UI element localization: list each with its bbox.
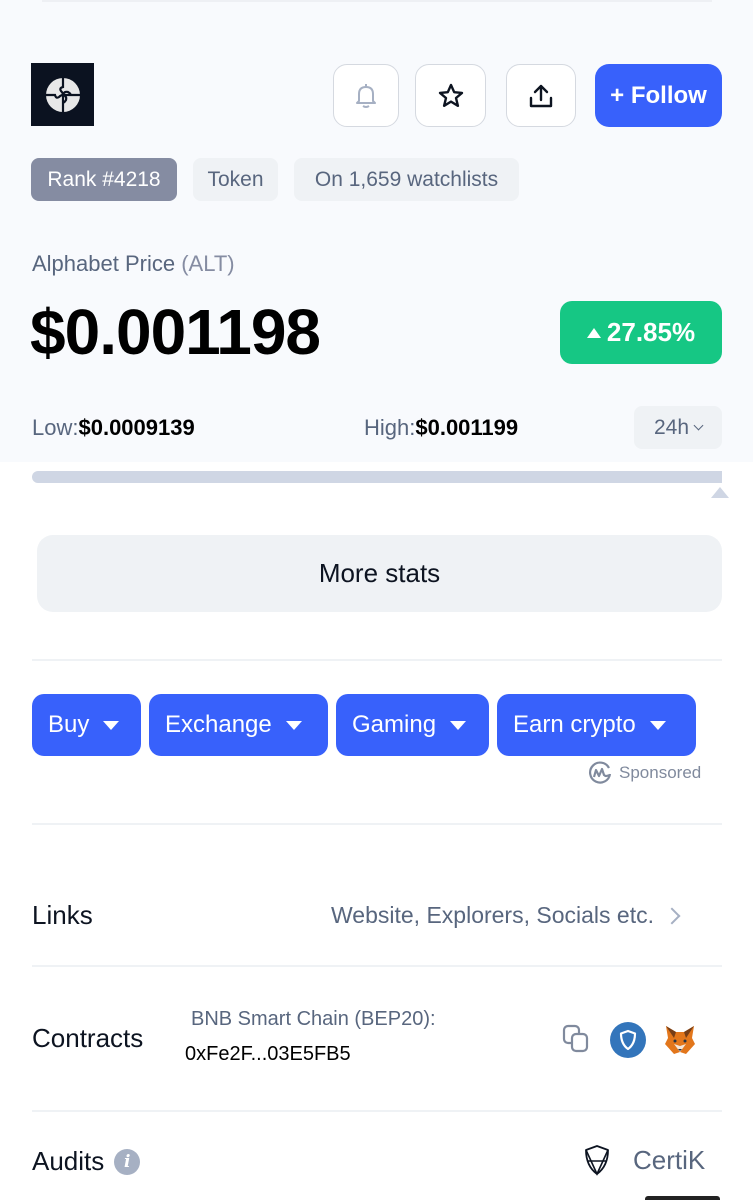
contracts-label: Contracts	[32, 1023, 144, 1053]
top-divider	[42, 0, 712, 2]
caret-down-icon	[285, 720, 302, 730]
caret-down-icon	[450, 720, 467, 730]
copy-icon	[562, 1024, 589, 1053]
range-position-marker	[711, 487, 729, 498]
caret-down-icon	[649, 720, 666, 730]
price-value: $0.001198	[30, 296, 321, 368]
price-change-badge: 27.85%	[560, 301, 722, 364]
links-label: Links	[32, 900, 93, 930]
partial-button-edge	[645, 1196, 720, 1200]
high-value: $0.001199	[415, 415, 519, 440]
coin-symbol: (ALT)	[181, 251, 235, 276]
chevron-down-icon	[693, 420, 704, 430]
share-button[interactable]	[506, 64, 576, 127]
gaming-label: Gaming	[352, 711, 437, 738]
section-divider	[32, 823, 722, 825]
section-divider	[32, 965, 722, 967]
coin-logo	[31, 63, 94, 126]
audits-row: Audits i	[32, 1146, 141, 1177]
earn-crypto-label: Earn crypto	[513, 711, 636, 738]
puzzle-globe-icon	[45, 77, 80, 112]
section-divider	[32, 1110, 722, 1112]
high-price: High:$0.001199	[364, 415, 518, 441]
exchange-label: Exchange	[165, 711, 272, 738]
links-row-button[interactable]: Website, Explorers, Socials etc.	[331, 902, 681, 929]
more-stats-button[interactable]: More stats	[37, 535, 722, 612]
certik-shield-icon	[585, 1145, 609, 1176]
metamask-fox-icon	[665, 1026, 695, 1054]
section-divider	[32, 659, 722, 661]
exchange-dropdown-button[interactable]: Exchange	[149, 694, 328, 756]
certik-audit-link[interactable]: CertiK	[583, 1144, 705, 1176]
high-label: High:	[364, 415, 416, 440]
sponsored-note: Sponsored	[587, 760, 701, 786]
price-range-fill	[32, 471, 722, 483]
caret-up-icon	[586, 327, 601, 338]
coin-name-label: Alphabet Price	[32, 251, 176, 276]
contract-address[interactable]: 0xFe2F...03E5FB5	[185, 1043, 351, 1066]
earn-crypto-dropdown-button[interactable]: Earn crypto	[497, 694, 696, 756]
trust-wallet-shield-icon	[619, 1029, 637, 1051]
coinmarketcap-logo-icon	[589, 761, 612, 784]
period-select[interactable]: 24h	[634, 406, 722, 449]
contract-chain-name: BNB Smart Chain (BEP20):	[191, 1008, 436, 1030]
watchlists-badge: On 1,659 watchlists	[294, 158, 519, 201]
copy-address-button[interactable]	[562, 1024, 590, 1054]
info-icon[interactable]: i	[114, 1148, 141, 1175]
low-value: $0.0009139	[78, 415, 195, 440]
buy-dropdown-button[interactable]: Buy	[32, 694, 141, 756]
period-value: 24h	[653, 415, 690, 439]
rank-badge: Rank #4218	[31, 158, 177, 201]
price-change-value: 27.85%	[606, 317, 696, 347]
bell-icon	[356, 83, 376, 108]
low-label: Low:	[32, 415, 79, 440]
caret-down-icon	[103, 720, 120, 730]
trust-wallet-button[interactable]	[610, 1022, 646, 1058]
sponsored-label: Sponsored	[619, 763, 702, 782]
metamask-button[interactable]	[662, 1022, 698, 1058]
auditor-name: CertiK	[633, 1144, 706, 1175]
type-badge: Token	[193, 158, 278, 201]
share-upload-icon	[529, 84, 553, 107]
star-icon	[438, 83, 463, 107]
links-summary: Website, Explorers, Socials etc.	[331, 902, 654, 928]
price-alert-button[interactable]	[333, 64, 399, 127]
watchlist-star-button[interactable]	[415, 64, 486, 127]
price-label: Alphabet Price (ALT)	[32, 251, 235, 277]
buy-label: Buy	[48, 711, 90, 738]
chevron-right-icon	[663, 907, 681, 924]
gaming-dropdown-button[interactable]: Gaming	[336, 694, 489, 756]
price-range-bar	[32, 471, 722, 483]
audits-label: Audits	[32, 1146, 105, 1176]
follow-button[interactable]: + Follow	[595, 64, 722, 127]
low-price: Low:$0.0009139	[32, 415, 195, 441]
